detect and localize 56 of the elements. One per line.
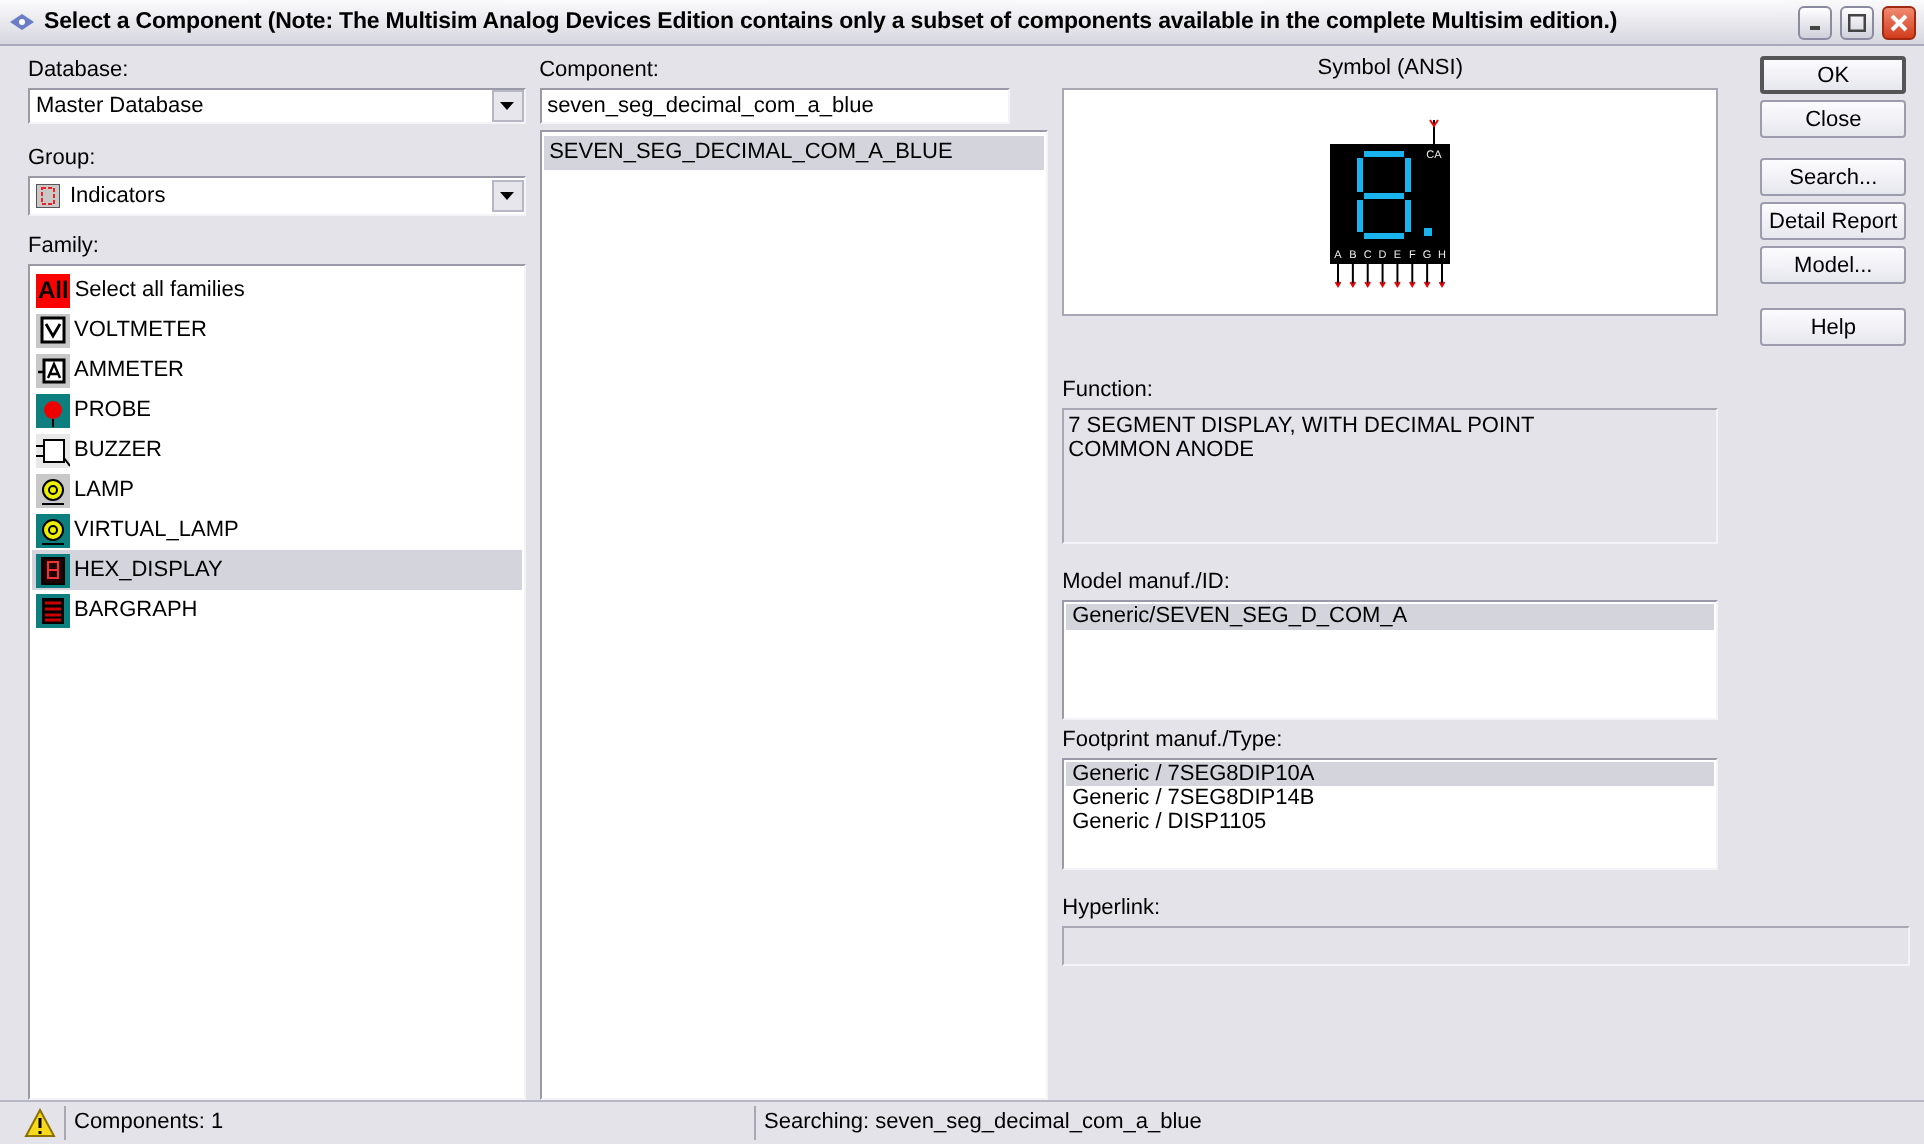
family-item[interactable]: VOLTMETER — [32, 310, 522, 350]
database-dropdown[interactable]: Master Database — [28, 88, 526, 124]
footprint-item[interactable]: Generic / DISP1105 — [1066, 810, 1715, 834]
voltmeter-icon — [36, 313, 70, 347]
component-item[interactable]: SEVEN_SEG_DECIMAL_COM_A_BLUE — [543, 136, 1045, 170]
caret-icon — [500, 102, 515, 110]
app-icon — [8, 12, 36, 32]
family-item[interactable]: PROBE — [32, 390, 522, 430]
bargraph-icon — [36, 593, 70, 627]
footprint-item[interactable]: Generic / 7SEG8DIP10A — [1066, 762, 1715, 786]
family-item[interactable]: LAMP — [32, 470, 522, 510]
component-search-field[interactable]: seven_seg_decimal_com_a_blue — [539, 88, 1010, 124]
close-icon — [1890, 13, 1908, 31]
dialog-button[interactable]: Help — [1760, 308, 1907, 346]
family-item[interactable]: BUZZER — [32, 430, 522, 470]
warning-icon — [24, 1108, 56, 1138]
group-dropdown[interactable]: Indicators — [28, 176, 526, 216]
field-label: Footprint manuf./Type: — [1062, 726, 1285, 754]
minimize-button[interactable] — [1798, 5, 1832, 39]
hyperlink-field[interactable] — [1062, 926, 1911, 966]
maximize-button[interactable] — [1840, 5, 1874, 39]
family-item[interactable]: All Select all families — [32, 270, 522, 310]
field-label: Database: — [28, 56, 131, 84]
footprint-item[interactable]: Generic / 7SEG8DIP14B — [1066, 786, 1715, 810]
dialog-button[interactable]: OK — [1760, 56, 1907, 94]
dialog-button[interactable]: Close — [1760, 100, 1907, 138]
dialog-button[interactable]: Detail Report — [1760, 202, 1907, 240]
field-label: Hyperlink: — [1062, 894, 1163, 922]
probe-icon — [36, 393, 70, 427]
family-item[interactable]: VIRTUAL_LAMP — [32, 510, 522, 550]
lamp-icon — [36, 473, 70, 507]
function-text: 7 SEGMENT DISPLAY, WITH DECIMAL POINT COMMON ANODE — [1062, 408, 1719, 544]
model-item[interactable]: Generic/SEVEN_SEG_D_COM_A — [1066, 604, 1715, 630]
family-item[interactable]: AMMETER — [32, 350, 522, 390]
window-title: Select a Component (Note: The Multisim Analog Devices Edition contains only a subset of components available in the complete Multisim edition.) — [44, 10, 1620, 34]
family-item[interactable]: BARGRAPH — [32, 590, 522, 630]
field-label: Group: — [28, 144, 98, 172]
family-item[interactable]: HEX_DISPLAY — [32, 550, 522, 590]
status-count: Components: 1 — [64, 1106, 746, 1140]
field-label: Component: — [539, 56, 661, 84]
all-families-badge: All — [36, 273, 71, 307]
close-button[interactable] — [1882, 5, 1916, 39]
caret-icon — [500, 192, 515, 200]
maximize-icon — [1848, 13, 1866, 31]
display-icon — [36, 553, 70, 587]
ammeter-icon — [36, 353, 70, 387]
dialog-button[interactable]: Model... — [1760, 246, 1907, 284]
lamp-icon — [36, 513, 70, 547]
symbol-title: Symbol (ANSI) — [1315, 56, 1465, 84]
status-message: Searching: seven_seg_decimal_com_a_blue — [754, 1106, 1924, 1140]
field-label: Family: — [28, 232, 101, 260]
display-icon — [36, 184, 60, 208]
field-label: Model manuf./ID: — [1062, 568, 1232, 596]
buzzer-icon — [36, 433, 70, 467]
field-label: Function: — [1062, 376, 1155, 404]
dialog-button[interactable]: Search... — [1760, 158, 1907, 196]
